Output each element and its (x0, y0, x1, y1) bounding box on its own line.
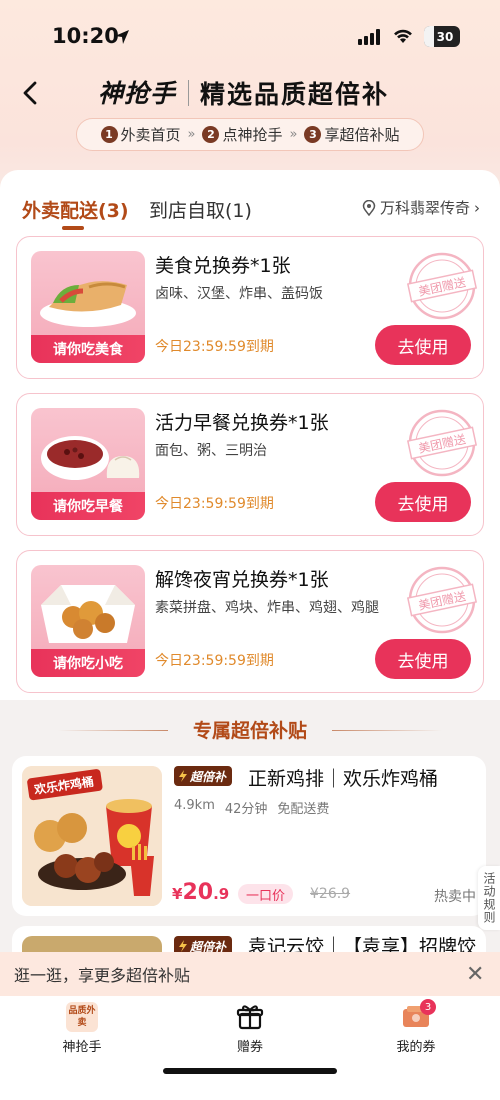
location-arrow-icon (115, 30, 129, 44)
chevron-right-icon: » (187, 127, 196, 142)
meituan-gift-stamp: 美团赠送 (407, 566, 477, 634)
store-image: 欢乐炸鸡桶 (22, 766, 162, 906)
coupon-title: 活力早餐兑换券*1张 (155, 412, 329, 434)
status-bar: 10:20 30 (0, 0, 500, 72)
promo-text: 逛一逛，享更多超倍补贴 (14, 966, 191, 985)
location-name: 万科翡翠传奇 (380, 199, 471, 217)
quality-takeout-icon: 品质外卖 (65, 1002, 99, 1032)
store-card[interactable]: 欢乐炸鸡桶 超倍补 正新鸡排｜欢乐炸鸡桶 4.9km 42分钟 免配送费 ¥20… (12, 756, 486, 916)
coupon-thumbnail: 请你吃早餐 (31, 408, 145, 520)
coupon-title: 美食兑换券*1张 (155, 255, 291, 277)
fried-chicken-bucket-image: 欢乐炸鸡桶 (22, 766, 162, 906)
store-name: 正新鸡排｜欢乐炸鸡桶 (248, 768, 439, 790)
lightning-icon (179, 770, 187, 782)
fried-chicken-box-image (41, 585, 135, 643)
gift-icon (236, 1005, 264, 1030)
store-delivery-time: 42分钟 (224, 802, 268, 817)
page-title: 精选品质超倍补 (200, 80, 390, 109)
tab-delivery[interactable]: 外卖配送(3) (22, 196, 129, 223)
meituan-gift-stamp: 美团赠送 (407, 409, 477, 477)
tab-active-indicator (62, 226, 84, 230)
step-2: 2 点神抢手 (202, 124, 283, 145)
lightning-icon (179, 940, 187, 952)
nav-item-gift-coupon[interactable]: 赠券 (200, 1002, 300, 1055)
chevron-right-icon: » (289, 127, 298, 142)
wrap-food-image (40, 281, 136, 327)
status-time: 10:20 (52, 24, 119, 48)
coupon-expiry: 今日23:59:59到期 (155, 496, 274, 512)
notification-badge: 3 (420, 999, 436, 1015)
cellular-signal-icon (358, 29, 380, 45)
step-1: 1 外卖首页 (100, 124, 181, 145)
store-distance: 4.9km (174, 798, 215, 813)
back-arrow-icon[interactable] (18, 78, 44, 108)
store-price: ¥20.9 (172, 880, 230, 905)
coupon-card[interactable]: 请你吃美食 美食兑换券*1张 卤味、汉堡、炸串、盖码饭 今日23:59:59到期… (16, 236, 484, 379)
coupon-thumbnail: 请你吃小吃 (31, 565, 145, 677)
coupon-card[interactable]: 请你吃小吃 解馋夜宵兑换券*1张 素菜拼盘、鸡块、炸串、鸡翅、鸡腿 今日23:5… (16, 550, 484, 693)
home-indicator[interactable] (163, 1068, 337, 1074)
battery-icon: 30 (424, 26, 460, 47)
coupon-thumbnail: 请你吃美食 (31, 251, 145, 363)
super-subsidy-badge: 超倍补 (174, 766, 233, 786)
coupon-expiry: 今日23:59:59到期 (155, 653, 274, 669)
store-delivery-fee: 免配送费 (277, 802, 330, 817)
brand-logo: 神抢手 (98, 79, 177, 108)
step-3: 3 享超倍补贴 (304, 124, 399, 145)
meituan-gift-stamp: 美团赠送 (407, 252, 477, 320)
coupon-expiry: 今日23:59:59到期 (155, 339, 274, 355)
location-selector[interactable]: 万科翡翠传奇 › (362, 197, 480, 218)
fixed-price-tag: 一口价 (238, 884, 294, 904)
coupon-card[interactable]: 请你吃早餐 活力早餐兑换券*1张 面包、粥、三明治 今日23:59:59到期 美… (16, 393, 484, 536)
promo-banner[interactable]: 逛一逛，享更多超倍补贴 ✕ (0, 952, 500, 996)
location-pin-icon (362, 199, 376, 216)
store-status: 热卖中 (434, 889, 476, 905)
original-price: ¥26.9 (310, 886, 351, 902)
activity-rules-tab[interactable]: 活动规则 (478, 866, 500, 930)
use-coupon-button[interactable]: 去使用 (375, 325, 471, 365)
wifi-icon (394, 29, 412, 43)
store-meta: 4.9km 42分钟 免配送费 (174, 798, 329, 817)
nav-item-shenqiangshou[interactable]: 品质外卖 神抢手 (32, 1002, 132, 1055)
coupon-description: 卤味、汉堡、炸串、盖码饭 (155, 286, 323, 302)
header-divider (188, 80, 189, 106)
section-divider-right (332, 730, 442, 731)
use-coupon-button[interactable]: 去使用 (375, 482, 471, 522)
tab-pickup[interactable]: 到店自取(1) (149, 196, 252, 223)
coupon-description: 面包、粥、三明治 (155, 443, 267, 459)
nav-item-my-coupons[interactable]: 我的券 (366, 1002, 466, 1055)
coupon-title: 解馋夜宵兑换券*1张 (155, 569, 329, 591)
chevron-right-icon: › (474, 198, 481, 217)
porridge-bun-image (41, 436, 140, 480)
close-icon[interactable]: ✕ (466, 962, 484, 987)
coupon-description: 素菜拼盘、鸡块、炸串、鸡翅、鸡腿 (155, 600, 379, 616)
use-coupon-button[interactable]: 去使用 (375, 639, 471, 679)
steps-guide: 1 外卖首页 » 2 点神抢手 » 3 享超倍补贴 (76, 118, 424, 151)
